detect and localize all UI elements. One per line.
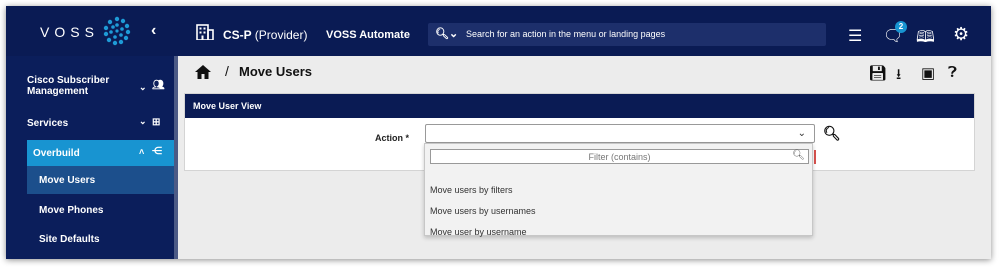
- sidebar-item-services[interactable]: Services ⌄ ⊞: [6, 114, 174, 134]
- filter-placeholder: Filter (contains): [588, 152, 651, 162]
- search-icon: 🔍︎: [792, 150, 805, 161]
- gear-icon[interactable]: ⚙: [953, 24, 969, 45]
- search-icon[interactable]: 🔍︎: [823, 125, 841, 142]
- sidebar-subitem-site-defaults[interactable]: Site Defaults: [27, 225, 174, 253]
- sidebar-subitem-move-phones[interactable]: Move Phones: [27, 196, 174, 224]
- tenant-name-label: CS-P: [223, 28, 252, 42]
- chevron-down-icon: ⌄: [139, 116, 147, 126]
- sidebar-item-label: Services: [27, 118, 69, 129]
- global-search[interactable]: 🔍︎⌄ Search for an action in the menu or …: [428, 23, 826, 46]
- popout-window-icon[interactable]: ▣: [921, 64, 935, 82]
- save-icon[interactable]: 💾︎: [868, 64, 887, 82]
- sidebar-subitem-label: Move Phones: [39, 205, 104, 216]
- search-placeholder: Search for an action in the menu or land…: [466, 29, 666, 39]
- filter-input[interactable]: Filter (contains) 🔍︎: [430, 149, 809, 164]
- download-icon[interactable]: ⭳: [896, 64, 901, 89]
- action-select[interactable]: ⌄: [425, 124, 815, 143]
- voss-logo-icon: [103, 16, 131, 46]
- action-dropdown-menu: Filter (contains) 🔍︎ Move users by filte…: [424, 143, 813, 237]
- sidebar: VOSS ‹ Cisco Subscriber Management ⌄ 👥︎: [6, 6, 178, 259]
- sidebar-subitem-move-users[interactable]: Move Users: [27, 166, 174, 194]
- action-field-label: Action *: [375, 133, 410, 143]
- sidebar-scrollbar[interactable]: [174, 56, 178, 259]
- logo-bar: VOSS ‹: [6, 6, 178, 56]
- sidebar-subitem-label: Site Defaults: [39, 234, 100, 245]
- app-window: VOSS ‹ Cisco Subscriber Management ⌄ 👥︎: [6, 6, 991, 259]
- breadcrumb: / Move Users 💾︎ ⭳ ▣ ❓︎: [184, 56, 975, 89]
- app-name: VOSS Automate: [326, 29, 410, 41]
- sidebar-subitem-label: Move Users: [39, 175, 96, 186]
- list-icon[interactable]: ☰: [848, 26, 862, 46]
- chevron-down-icon: ⌄: [797, 128, 806, 139]
- page-title: Move Users: [239, 64, 312, 79]
- sidebar-item-label: Overbuild: [33, 148, 80, 159]
- validation-marker: [814, 150, 816, 164]
- building-icon[interactable]: [196, 24, 214, 40]
- notification-badge: 2: [895, 21, 907, 33]
- chevron-down-icon: ⌄: [139, 82, 147, 92]
- tenant-type-label: (Provider): [254, 28, 308, 42]
- dropdown-option[interactable]: Move users by usernames: [430, 206, 536, 216]
- tenant-name[interactable]: CS-P (Provider): [223, 28, 307, 42]
- sidebar-item-cisco-subscriber-management[interactable]: Cisco Subscriber Management ⌄ 👥︎: [6, 72, 174, 102]
- users-icon: 👥︎: [152, 80, 165, 91]
- collapse-sidebar-button[interactable]: ‹: [151, 22, 156, 40]
- search-icon[interactable]: 🔍︎⌄: [435, 27, 458, 40]
- top-bar: CS-P (Provider) VOSS Automate 🔍︎⌄ Search…: [178, 6, 991, 56]
- collapse-menu-icon: ⋲: [152, 146, 162, 157]
- sidebar-item-overbuild[interactable]: Overbuild ˄ ⋲: [27, 140, 174, 166]
- sidebar-item-label: Cisco Subscriber Management: [27, 75, 110, 97]
- help-icon[interactable]: ❓︎: [948, 64, 957, 81]
- dropdown-option[interactable]: Move user by username: [430, 227, 527, 237]
- dropdown-option[interactable]: Move users by filters: [430, 185, 513, 195]
- brand-logo-text: VOSS: [40, 24, 99, 40]
- chevron-up-icon: ˄: [139, 147, 145, 157]
- plus-box-icon: ⊞: [152, 117, 161, 128]
- panel-header: Move User View: [185, 94, 974, 118]
- book-icon[interactable]: 🕮︎: [916, 26, 935, 53]
- panel-title: Move User View: [193, 101, 262, 111]
- breadcrumb-separator: /: [225, 63, 229, 79]
- home-icon[interactable]: [194, 64, 212, 80]
